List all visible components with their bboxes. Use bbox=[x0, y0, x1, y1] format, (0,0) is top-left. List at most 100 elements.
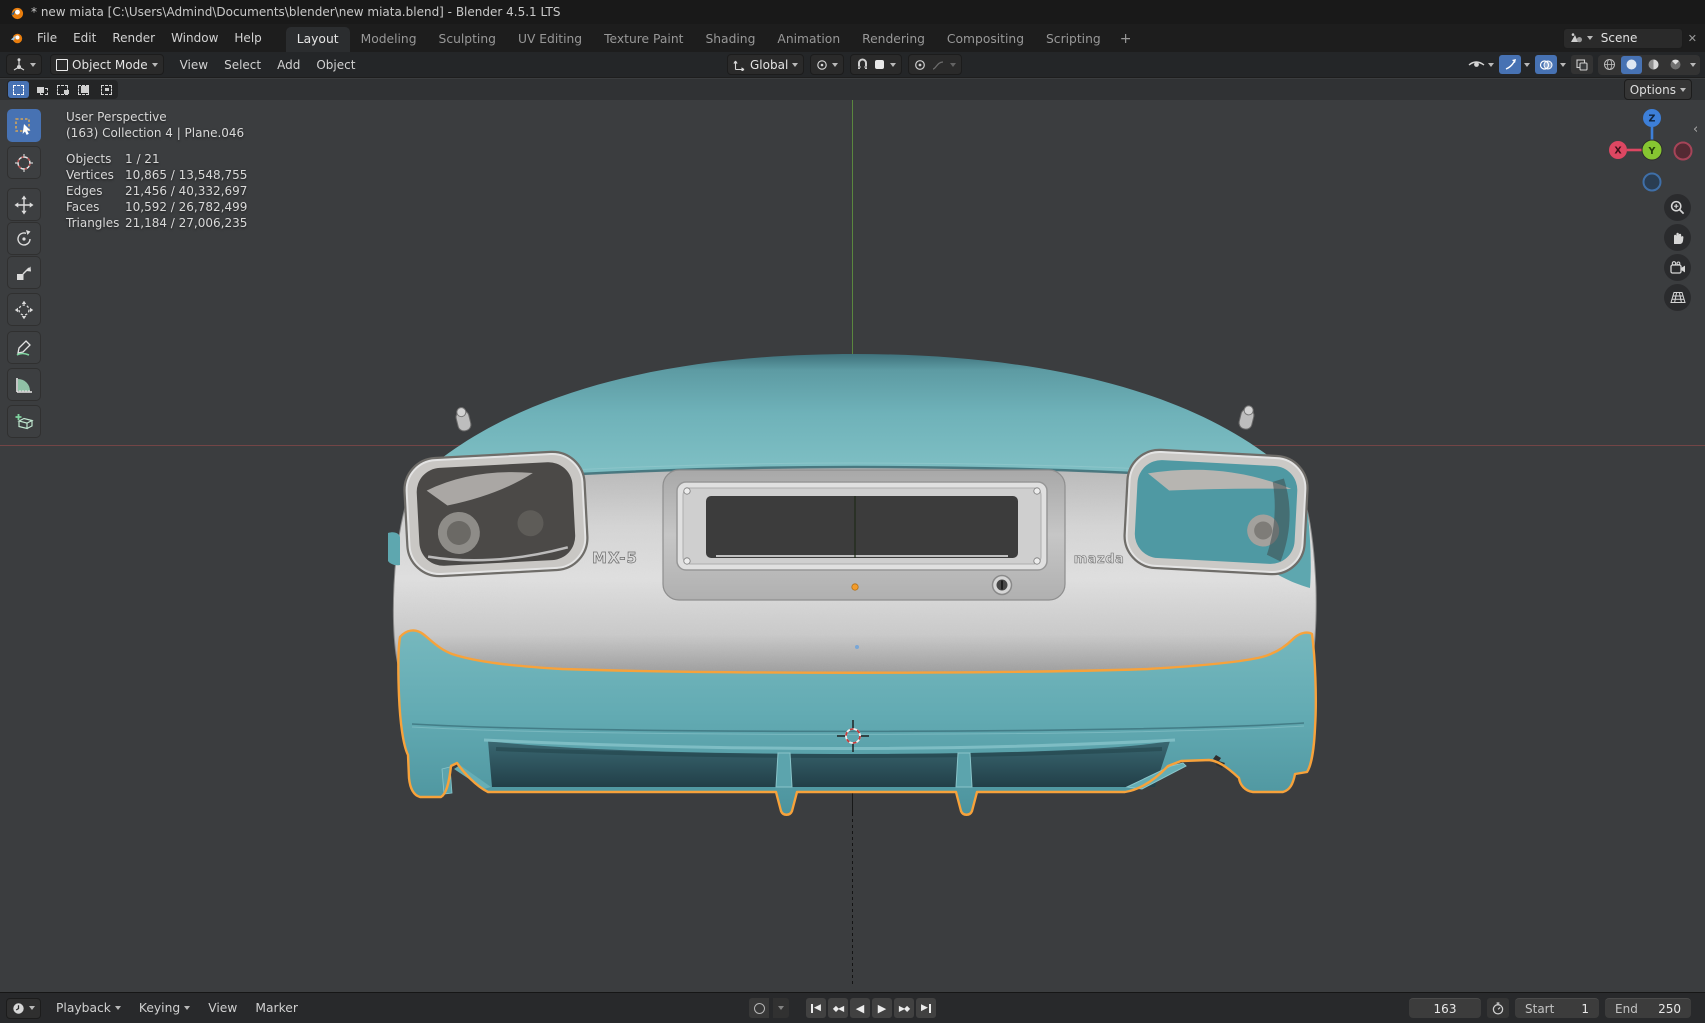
auto-keying-dropdown[interactable] bbox=[773, 998, 789, 1018]
chevron-down-icon bbox=[30, 63, 36, 67]
visibility-eye-icon[interactable] bbox=[1468, 58, 1485, 71]
tool-move[interactable] bbox=[7, 188, 41, 221]
snap-target-icon[interactable] bbox=[875, 60, 884, 69]
viewport-display-cluster bbox=[1468, 55, 1700, 75]
tool-annotate[interactable] bbox=[7, 331, 41, 364]
tool-scale[interactable] bbox=[7, 256, 41, 289]
tool-settings-bar: Options bbox=[0, 79, 1705, 100]
select-mode-subtract-button[interactable] bbox=[52, 81, 73, 98]
menu-add[interactable]: Add bbox=[269, 54, 308, 76]
badge-mx5: MX-5 bbox=[592, 549, 638, 567]
current-frame-field[interactable]: 163 bbox=[1409, 998, 1481, 1018]
gizmo-z-label: Z bbox=[1649, 114, 1656, 125]
start-value: 1 bbox=[1581, 1002, 1589, 1016]
proportional-edit-icon[interactable] bbox=[914, 59, 926, 71]
menu-window[interactable]: Window bbox=[163, 27, 226, 49]
tab-uv-editing[interactable]: UV Editing bbox=[507, 27, 593, 52]
editor-type-button[interactable] bbox=[6, 54, 42, 75]
tool-select-box[interactable] bbox=[7, 109, 41, 142]
tab-rendering[interactable]: Rendering bbox=[851, 27, 936, 52]
add-workspace-button[interactable]: + bbox=[1112, 28, 1140, 52]
shading-rendered-button[interactable] bbox=[1665, 56, 1686, 74]
menu-help[interactable]: Help bbox=[226, 27, 269, 49]
pan-view-button[interactable] bbox=[1664, 224, 1691, 251]
chevron-down-icon bbox=[1524, 63, 1530, 67]
object-mode-icon bbox=[56, 59, 68, 71]
tab-shading[interactable]: Shading bbox=[694, 27, 766, 52]
tab-animation[interactable]: Animation bbox=[766, 27, 851, 52]
menu-render[interactable]: Render bbox=[104, 27, 163, 49]
pivot-dropdown[interactable] bbox=[810, 54, 844, 75]
start-frame-field[interactable]: Start 1 bbox=[1515, 998, 1599, 1018]
blender-menu-icon[interactable] bbox=[8, 32, 25, 45]
scene-unlink-button[interactable]: ✕ bbox=[1688, 32, 1697, 45]
sidebar-toggle-arrow[interactable]: ‹ bbox=[1693, 122, 1698, 137]
select-mode-cluster bbox=[7, 80, 118, 99]
tab-compositing[interactable]: Compositing bbox=[936, 27, 1035, 52]
shading-wireframe-button[interactable] bbox=[1599, 56, 1620, 74]
select-mode-new-button[interactable] bbox=[8, 81, 29, 98]
jump-next-keyframe-button[interactable]: ▶◆ bbox=[894, 998, 914, 1018]
shading-material-button[interactable] bbox=[1643, 56, 1664, 74]
select-new-icon bbox=[13, 85, 24, 95]
tool-add-cube[interactable] bbox=[7, 405, 41, 438]
tool-cursor[interactable] bbox=[7, 146, 41, 179]
camera-view-button[interactable] bbox=[1664, 254, 1691, 281]
tool-transform[interactable] bbox=[7, 293, 41, 326]
menu-view[interactable]: View bbox=[172, 54, 216, 76]
end-frame-field[interactable]: End 250 bbox=[1605, 998, 1691, 1018]
tab-scripting[interactable]: Scripting bbox=[1035, 27, 1112, 52]
select-mode-invert-button[interactable] bbox=[74, 81, 95, 98]
timeline-menu-playback[interactable]: Playback bbox=[47, 997, 130, 1019]
show-overlays-toggle[interactable] bbox=[1535, 55, 1557, 74]
shading-solid-button[interactable] bbox=[1621, 56, 1642, 74]
menu-object[interactable]: Object bbox=[308, 54, 363, 76]
gizmo-x-neg-axis[interactable] bbox=[1675, 143, 1692, 160]
menu-edit[interactable]: Edit bbox=[65, 27, 104, 49]
magnifier-icon bbox=[1670, 200, 1685, 215]
jump-to-end-button[interactable]: ▶ bbox=[916, 998, 936, 1018]
tab-sculpting[interactable]: Sculpting bbox=[428, 27, 507, 52]
tool-rotate[interactable] bbox=[7, 222, 41, 255]
zoom-view-button[interactable] bbox=[1664, 194, 1691, 221]
next-keyframe-icon: ▶◆ bbox=[899, 1004, 909, 1013]
use-preview-range-button[interactable] bbox=[1487, 998, 1509, 1018]
navigation-gizmo[interactable]: Z X Y bbox=[1608, 104, 1698, 196]
timeline-editor-type-button[interactable] bbox=[6, 998, 41, 1019]
endpoint-bar-icon bbox=[929, 1004, 931, 1013]
mode-dropdown[interactable]: Object Mode bbox=[50, 54, 164, 75]
orientation-label: Global bbox=[750, 58, 788, 72]
tab-modeling[interactable]: Modeling bbox=[350, 27, 428, 52]
endpoint-bar-icon bbox=[811, 1004, 813, 1013]
orientation-dropdown[interactable]: Global bbox=[727, 54, 804, 75]
scene-selector[interactable]: Scene bbox=[1563, 28, 1683, 49]
tool-measure[interactable] bbox=[7, 368, 41, 401]
jump-prev-keyframe-button[interactable]: ◆◀ bbox=[828, 998, 848, 1018]
viewport-canvas[interactable]: MX-5 mazda bbox=[0, 100, 1705, 992]
menu-select[interactable]: Select bbox=[216, 54, 269, 76]
ortho-grid-button[interactable] bbox=[1664, 284, 1691, 311]
select-mode-intersect-button[interactable] bbox=[96, 81, 117, 98]
title-bar: * new miata [C:\Users\Admind\Documents\b… bbox=[0, 0, 1705, 24]
timeline-menu-marker[interactable]: Marker bbox=[246, 997, 307, 1019]
falloff-curve-icon[interactable] bbox=[932, 59, 944, 71]
timeline-menu-keying[interactable]: Keying bbox=[130, 997, 199, 1019]
options-label: Options bbox=[1630, 83, 1676, 97]
gizmo-z-neg-axis[interactable] bbox=[1644, 174, 1661, 191]
badge-mazda: mazda bbox=[1074, 552, 1124, 567]
options-dropdown[interactable]: Options bbox=[1624, 79, 1692, 100]
tab-layout[interactable]: Layout bbox=[286, 27, 350, 52]
select-mode-extend-button[interactable] bbox=[30, 81, 51, 98]
timeline-menu-view[interactable]: View bbox=[199, 997, 246, 1019]
tab-texture-paint[interactable]: Texture Paint bbox=[593, 27, 694, 52]
marker-label: Marker bbox=[255, 1001, 298, 1015]
jump-to-start-button[interactable]: ◀ bbox=[806, 998, 826, 1018]
snap-magnet-icon[interactable] bbox=[856, 58, 869, 71]
play-reverse-button[interactable]: ◀ bbox=[850, 998, 870, 1018]
play-button[interactable]: ▶ bbox=[872, 998, 892, 1018]
xray-toggle[interactable] bbox=[1571, 55, 1593, 74]
stat-label: Edges bbox=[66, 183, 125, 199]
menu-file[interactable]: File bbox=[29, 27, 65, 49]
show-gizmo-toggle[interactable] bbox=[1499, 55, 1521, 74]
auto-keying-toggle[interactable] bbox=[749, 998, 769, 1018]
